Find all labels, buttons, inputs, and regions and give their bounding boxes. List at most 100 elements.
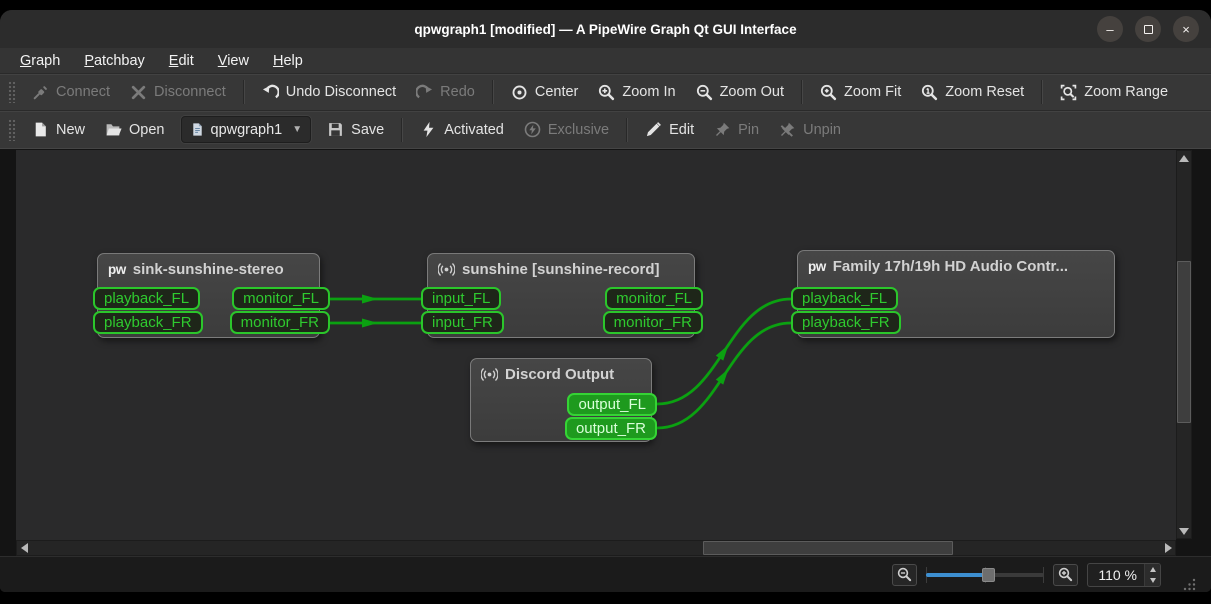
zoom-fit-label: Zoom Fit [844,84,902,100]
patchbay-select-value: qpwgraph1 [210,121,283,138]
menu-help[interactable]: Help [263,52,313,70]
undo-icon [262,84,279,98]
zoom-slider[interactable] [926,565,1045,585]
statusbar-zoom-in-button[interactable] [1053,563,1079,586]
maximize-icon [1143,24,1153,34]
disconnect-button[interactable]: Disconnect [120,79,236,106]
activated-label: Activated [444,121,504,138]
graph-toolbar: Connect Disconnect Undo Disconnect Redo [0,73,1211,110]
patchbay-toolbar: New Open qpwgraph1 ▼ Save Activated Excl… [0,110,1211,148]
graph-canvas[interactable]: pw sink-sunshine-stereo playback_FL play… [16,150,1176,540]
new-label: New [56,121,86,138]
connection-arrow [362,294,378,304]
menu-view[interactable]: View [208,52,259,70]
window-title: qpwgraph1 [modified] — A PipeWire Graph … [414,21,797,37]
undo-disconnect-button[interactable]: Undo Disconnect [252,79,406,106]
minimize-button[interactable]: – [1097,16,1123,42]
zoom-reset-label: Zoom Reset [945,84,1025,100]
connect-button[interactable]: Connect [22,79,120,106]
new-button[interactable]: New [22,116,95,143]
zoom-range-icon [1060,84,1077,100]
toolbar-drag-handle[interactable] [8,81,16,103]
node-title: sunshine [sunshine-record] [462,261,660,278]
port-monitor-fl[interactable]: monitor_FL [605,287,703,310]
magnifier-plus-icon [1059,567,1073,582]
menu-graph[interactable]: Graph [10,52,70,70]
circled-lightning-icon [524,121,541,138]
edit-button[interactable]: Edit [635,116,704,143]
port-playback-fr[interactable]: playback_FR [791,311,901,334]
pin-button[interactable]: Pin [704,116,769,143]
node-header: sunshine [sunshine-record] [428,254,694,278]
port-playback-fl[interactable]: playback_FL [93,287,201,310]
titlebar[interactable]: qpwgraph1 [modified] — A PipeWire Graph … [0,10,1211,48]
pencil-icon [647,122,662,137]
zoom-in-label: Zoom In [622,84,676,100]
exclusive-toggle[interactable]: Exclusive [514,116,619,143]
save-button[interactable]: Save [317,116,394,143]
patchbay-select[interactable]: qpwgraph1 ▼ [180,116,312,143]
statusbar: 110 % [0,556,1211,592]
menu-patchbay[interactable]: Patchbay [74,52,154,70]
zoom-out-button[interactable]: Zoom Out [686,79,794,106]
toolbar-separator [242,80,245,104]
spin-up-button[interactable] [1145,563,1160,575]
scroll-right-button[interactable] [1161,541,1175,555]
arrow-up-icon [1179,154,1189,162]
activated-toggle[interactable]: Activated [410,116,514,143]
unpin-button[interactable]: Unpin [769,116,851,143]
toolbar-separator [626,117,629,142]
zoom-in-icon [599,84,615,100]
slider-handle[interactable] [981,567,995,582]
disconnect-icon [131,85,146,99]
zoom-fit-button[interactable]: Zoom Fit [810,79,911,106]
save-icon [329,123,343,136]
toolbar-drag-handle[interactable] [8,118,16,141]
scroll-down-button[interactable] [1177,524,1191,538]
scroll-up-button[interactable] [1177,151,1191,165]
stream-record-icon [438,263,455,276]
arrow-left-icon [20,543,28,553]
statusbar-zoom-out-button[interactable] [892,563,918,586]
port-input-fr[interactable]: input_FR [421,311,504,334]
resize-grip[interactable] [1181,576,1197,592]
port-monitor-fr[interactable]: monitor_FR [229,311,330,334]
horizontal-scroll-thumb[interactable] [703,541,953,555]
port-monitor-fr[interactable]: monitor_FR [602,311,703,334]
center-label: Center [534,84,579,100]
open-label: Open [129,121,165,138]
maximize-button[interactable] [1135,16,1161,42]
open-button[interactable]: Open [95,116,174,143]
spinbox-steppers [1144,563,1160,586]
zoom-reset-button[interactable]: Zoom Reset [911,79,1034,106]
port-output-fl[interactable]: output_FL [567,393,657,416]
close-button[interactable]: × [1173,16,1199,42]
exclusive-label: Exclusive [547,121,610,138]
arrow-down-icon [1179,527,1189,535]
toolbar-separator [401,117,404,142]
port-input-fl[interactable]: input_FL [421,287,502,310]
center-button[interactable]: Center [501,79,589,106]
open-folder-icon [106,124,122,136]
vertical-scrollbar[interactable] [1176,150,1192,539]
menu-edit[interactable]: Edit [159,52,204,70]
redo-button[interactable]: Redo [406,79,485,106]
zoom-range-button[interactable]: Zoom Range [1050,79,1178,106]
horizontal-scrollbar[interactable] [16,540,1176,556]
zoom-in-button[interactable]: Zoom In [588,79,685,106]
port-output-fr[interactable]: output_FR [564,417,657,440]
scroll-left-button[interactable] [17,541,31,555]
port-playback-fl[interactable]: playback_FL [791,287,899,310]
spin-down-button[interactable] [1145,574,1160,586]
arrow-up-icon [1149,566,1156,572]
connect-icon [33,85,47,99]
slider-fill [926,572,988,577]
zoom-percent-spinbox[interactable]: 110 % [1087,562,1161,587]
port-monitor-fl[interactable]: monitor_FL [232,287,330,310]
port-playback-fr[interactable]: playback_FR [93,311,203,334]
toolbar-separator [491,80,494,104]
menubar: Graph Patchbay Edit View Help [0,48,1211,73]
arrow-down-icon [1149,577,1156,583]
vertical-scroll-thumb[interactable] [1177,261,1191,423]
pipewire-icon: pw [808,259,826,274]
